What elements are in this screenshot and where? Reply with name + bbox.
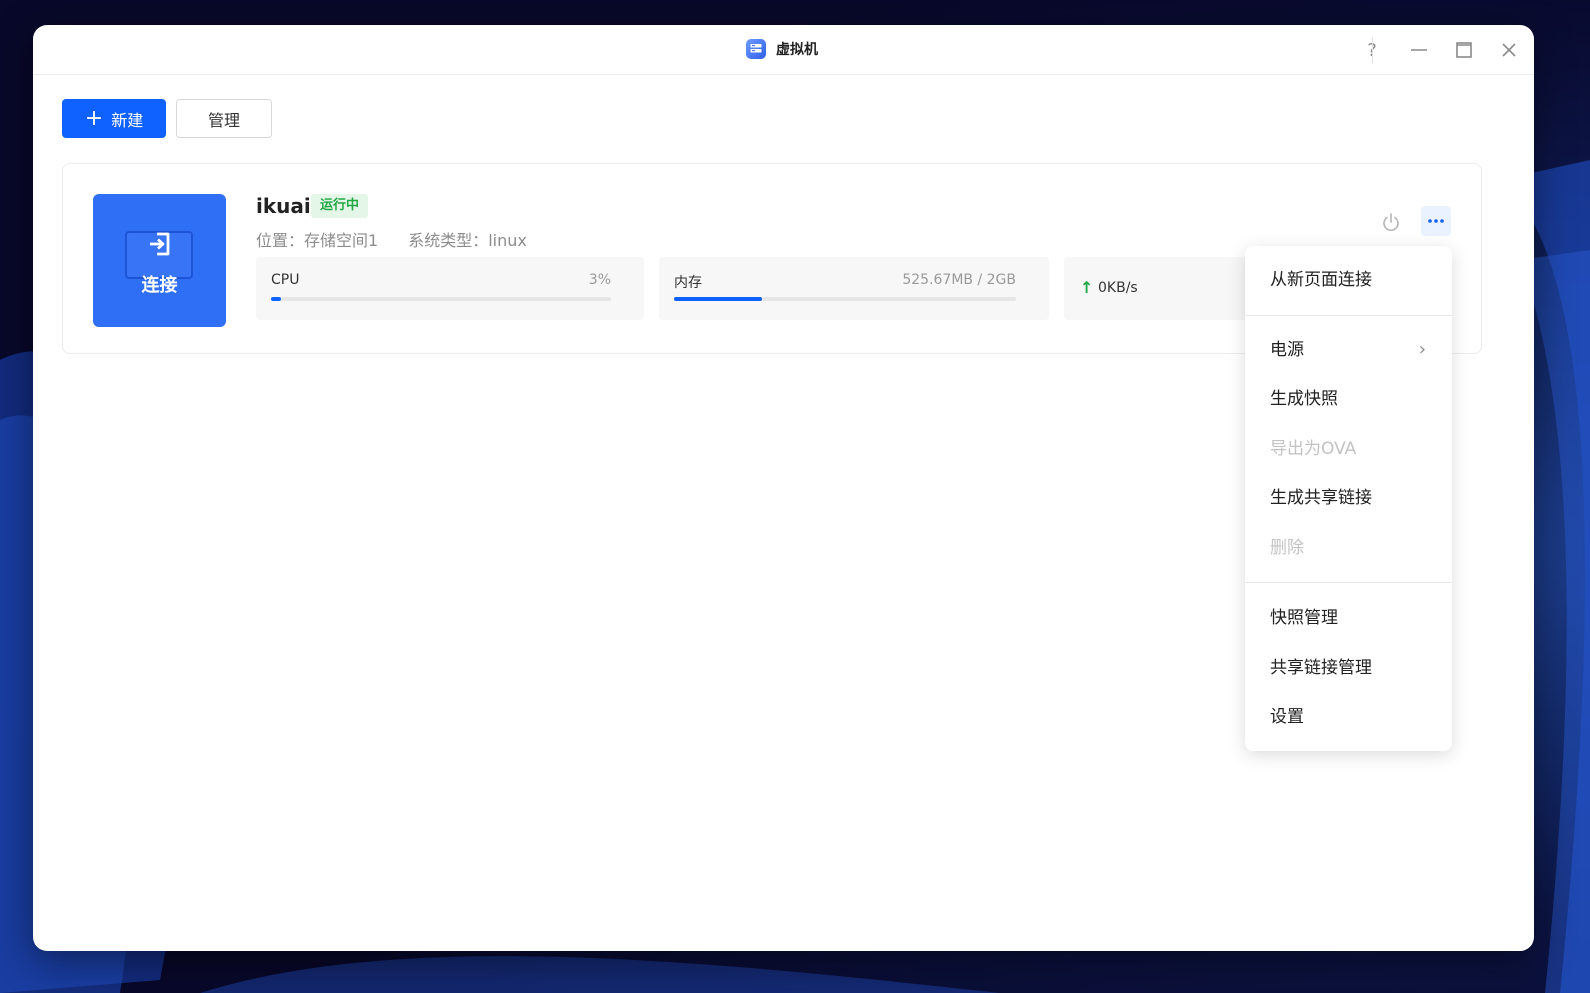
menu-item-delete: 删除 [1270,538,1304,558]
minimize-button[interactable] [1407,38,1431,62]
titlebar-divider [1372,37,1373,63]
menu-item-settings[interactable]: 设置 [1245,697,1452,737]
menu-item-share-link-management[interactable]: 共享链接管理 [1245,648,1452,688]
menu-item-export-ova: 导出为OVA [1270,439,1357,459]
cpu-bar-track [271,297,611,301]
upload-arrow-icon: ↑ [1080,278,1094,297]
minimize-icon [1411,49,1427,51]
vm-name: ikuai [256,194,311,218]
chevron-right-icon: › [1418,339,1426,360]
menu-divider [1245,582,1452,583]
manage-button[interactable]: 管理 [176,99,272,138]
new-vm-button[interactable]: + 新建 [62,99,166,138]
power-button[interactable] [1376,207,1406,237]
memory-stat: 内存 525.67MB / 2GB [659,257,1049,320]
network-stat: ↑ 0KB/s [1064,257,1264,320]
close-icon [1502,43,1516,57]
vm-os-type: 系统类型：linux [408,231,527,250]
menu-item-snapshot-management[interactable]: 快照管理 [1245,598,1452,638]
connect-label: 连接 [141,275,178,296]
more-icon [1428,219,1444,223]
app-title: 虚拟机 [746,39,818,59]
new-vm-label: 新建 [111,110,144,130]
cpu-label: CPU [271,272,300,288]
menu-item-power-label: 电源 [1270,340,1304,360]
upload-speed: 0KB/s [1098,280,1138,296]
enter-icon [150,232,170,256]
menu-divider [1245,315,1452,316]
maximize-icon [1456,42,1472,58]
menu-item-connect-new-page[interactable]: 从新页面连接 [1245,260,1452,300]
menu-item-create-snapshot[interactable]: 生成快照 [1245,379,1452,419]
title-bar: 虚拟机 ? [33,25,1534,75]
menu-item-create-share-link[interactable]: 生成共享链接 [1245,478,1452,518]
cpu-value: 3% [588,272,611,288]
memory-bar-fill [674,297,762,301]
window-title: 虚拟机 [776,42,818,58]
vm-manager-window: 虚拟机 ? + 新建 管理 连接 ikuai 运行中 [33,25,1534,951]
vm-location: 位置：存储空间1 [256,231,379,250]
cpu-bar-fill [271,297,282,301]
memory-value: 525.67MB / 2GB [902,272,1016,288]
menu-item-power[interactable]: 电源 › [1245,330,1452,370]
vm-meta: 位置：存储空间1 系统类型：linux [256,227,527,251]
virtual-machine-app-icon [746,39,766,59]
close-button[interactable] [1497,38,1521,62]
more-options-button[interactable] [1421,206,1451,236]
memory-bar-track [674,297,1016,301]
connect-tile[interactable]: 连接 [93,194,226,327]
power-icon [1383,213,1399,231]
status-badge: 运行中 [311,194,369,218]
plus-icon: + [84,105,104,131]
cpu-stat: CPU 3% [256,257,644,320]
vm-context-menu: 从新页面连接 电源 › 生成快照 导出为OVA 生成共享链接 删除 快照管理 共… [1245,246,1452,751]
memory-label: 内存 [674,275,702,291]
maximize-button[interactable] [1452,38,1476,62]
